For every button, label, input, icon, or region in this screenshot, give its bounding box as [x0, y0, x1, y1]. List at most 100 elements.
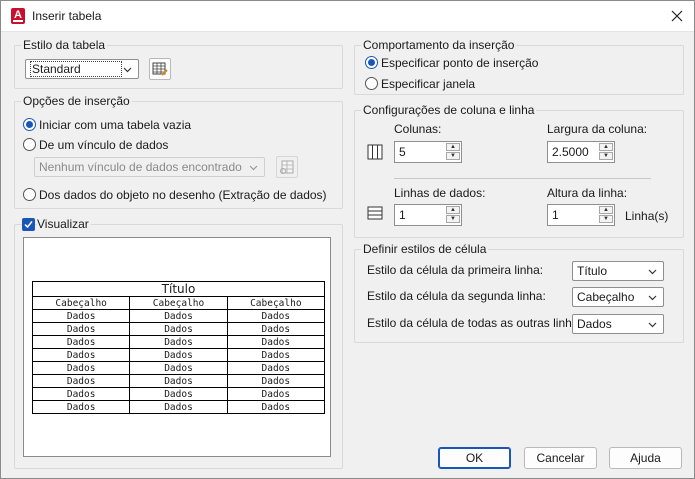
data-rows-input[interactable]: 1 ▲ ▼ — [394, 204, 462, 226]
cell-styles-group-title: Definir estilos de célula — [361, 242, 489, 256]
preview-data-cell: Dados — [31, 387, 131, 401]
spin-down-icon[interactable]: ▼ — [599, 152, 613, 160]
check-icon — [24, 221, 33, 229]
columns-spinner[interactable]: ▲ ▼ — [446, 143, 460, 161]
preview-label: Visualizar — [37, 217, 91, 231]
spin-down-icon[interactable]: ▼ — [446, 152, 460, 160]
row-height-value: 1 — [552, 208, 559, 222]
other-rows-style-value: Dados — [577, 317, 612, 331]
table-style-value: Standard — [30, 61, 122, 77]
first-row-style-select[interactable]: Título — [572, 261, 664, 281]
other-rows-style-label: Estilo da célula de todas as outras linh… — [367, 316, 588, 330]
column-width-value: 2.5000 — [552, 145, 589, 159]
spin-up-icon[interactable]: ▲ — [446, 206, 460, 214]
preview-data-cell: Dados — [226, 309, 326, 323]
chevron-down-icon — [648, 322, 657, 328]
columns-label: Colunas: — [394, 122, 442, 136]
chevron-down-icon — [648, 295, 657, 301]
preview-data-cell: Dados — [31, 309, 131, 323]
insert-table-dialog: A Inserir tabela Estilo da tabela Standa… — [0, 0, 695, 479]
column-width-label: Largura da coluna: — [547, 122, 648, 136]
data-link-value: Nenhum vínculo de dados encontrado — [39, 160, 242, 174]
column-width-spinner[interactable]: ▲ ▼ — [599, 143, 613, 161]
data-link-manager-button[interactable] — [276, 156, 298, 178]
data-link-label: De um vínculo de dados — [39, 138, 169, 152]
preview-data-cell: Dados — [31, 374, 131, 388]
data-rows-spinner[interactable]: ▲ ▼ — [446, 206, 460, 224]
chevron-down-icon — [249, 165, 258, 171]
preview-data-cell: Dados — [31, 400, 131, 414]
data-rows-value: 1 — [399, 208, 406, 222]
row-height-label: Altura da linha: — [547, 186, 628, 200]
from-drawing-radio[interactable] — [23, 188, 36, 201]
spin-down-icon[interactable]: ▼ — [599, 215, 613, 223]
chevron-down-icon — [648, 269, 657, 275]
row-height-unit: Linha(s) — [625, 209, 669, 223]
preview-data-cell: Dados — [129, 374, 228, 388]
data-rows-label: Linhas de dados: — [394, 186, 486, 200]
second-row-style-select[interactable]: Cabeçalho — [572, 287, 664, 307]
preview-data-cell: Dados — [226, 361, 326, 375]
row-height-spinner[interactable]: ▲ ▼ — [599, 206, 613, 224]
preview-data-cell: Dados — [226, 322, 326, 336]
second-row-style-label: Estilo da célula da segunda linha: — [367, 289, 546, 303]
row-height-input[interactable]: 1 ▲ ▼ — [547, 204, 615, 226]
column-row-group-title: Configurações de coluna e linha — [361, 103, 537, 117]
empty-table-label: Iniciar com uma tabela vazia — [39, 118, 192, 132]
table-edit-icon — [152, 62, 168, 76]
spin-down-icon[interactable]: ▼ — [446, 215, 460, 223]
table-preview: Título Cabeçalho Cabeçalho Cabeçalho Dad… — [23, 237, 331, 457]
preview-data-cell: Dados — [226, 387, 326, 401]
preview-data-cell: Dados — [226, 348, 326, 362]
spin-up-icon[interactable]: ▲ — [599, 206, 613, 214]
columns-input[interactable]: 5 ▲ ▼ — [394, 141, 462, 163]
table-style-dialog-button[interactable] — [149, 58, 171, 80]
preview-data-cell: Dados — [129, 400, 228, 414]
preview-data-cell: Dados — [226, 335, 326, 349]
preview-data-cell: Dados — [31, 348, 131, 362]
preview-data-cell: Dados — [31, 322, 131, 336]
column-row-separator — [394, 178, 651, 179]
preview-data-cell: Dados — [129, 335, 228, 349]
ok-button[interactable]: OK — [438, 447, 511, 469]
specify-window-radio[interactable] — [365, 77, 378, 90]
first-row-style-value: Título — [577, 264, 608, 278]
second-row-style-value: Cabeçalho — [577, 290, 635, 304]
preview-table: Título Cabeçalho Cabeçalho Cabeçalho Dad… — [31, 281, 326, 414]
preview-header-cell: Cabeçalho — [31, 296, 131, 310]
column-width-input[interactable]: 2.5000 ▲ ▼ — [547, 141, 615, 163]
chevron-down-icon — [123, 67, 132, 73]
table-style-group-title: Estilo da tabela — [21, 38, 108, 52]
preview-data-cell: Dados — [129, 361, 228, 375]
data-link-icon — [280, 160, 294, 174]
spin-up-icon[interactable]: ▲ — [446, 143, 460, 151]
data-link-radio[interactable] — [23, 138, 36, 151]
other-rows-style-select[interactable]: Dados — [572, 314, 664, 334]
columns-icon — [367, 144, 383, 160]
from-drawing-label: Dos dados do objeto no desenho (Extração… — [39, 188, 327, 202]
preview-data-cell: Dados — [129, 348, 228, 362]
data-link-select[interactable]: Nenhum vínculo de dados encontrado — [34, 157, 265, 177]
spin-up-icon[interactable]: ▲ — [599, 143, 613, 151]
empty-table-radio[interactable] — [23, 118, 36, 131]
insert-options-group-title: Opções de inserção — [21, 94, 132, 108]
cancel-button[interactable]: Cancelar — [524, 447, 597, 469]
preview-header-cell: Cabeçalho — [129, 296, 228, 310]
columns-value: 5 — [399, 145, 406, 159]
close-button[interactable] — [664, 4, 690, 28]
specify-window-label: Especificar janela — [381, 77, 476, 91]
specify-point-radio[interactable] — [365, 56, 378, 69]
preview-data-cell: Dados — [31, 335, 131, 349]
preview-checkbox[interactable] — [22, 218, 35, 231]
preview-data-cell: Dados — [226, 374, 326, 388]
table-style-select[interactable]: Standard — [25, 59, 139, 79]
first-row-style-label: Estilo da célula da primeira linha: — [367, 263, 544, 277]
title-bar: A Inserir tabela — [1, 1, 694, 32]
preview-data-cell: Dados — [226, 400, 326, 414]
app-logo-icon: A — [11, 8, 25, 24]
preview-data-cell: Dados — [129, 387, 228, 401]
preview-data-cell: Dados — [129, 322, 228, 336]
help-button[interactable]: Ajuda — [609, 447, 682, 469]
preview-title-cell: Título — [32, 281, 325, 297]
preview-data-cell: Dados — [31, 361, 131, 375]
